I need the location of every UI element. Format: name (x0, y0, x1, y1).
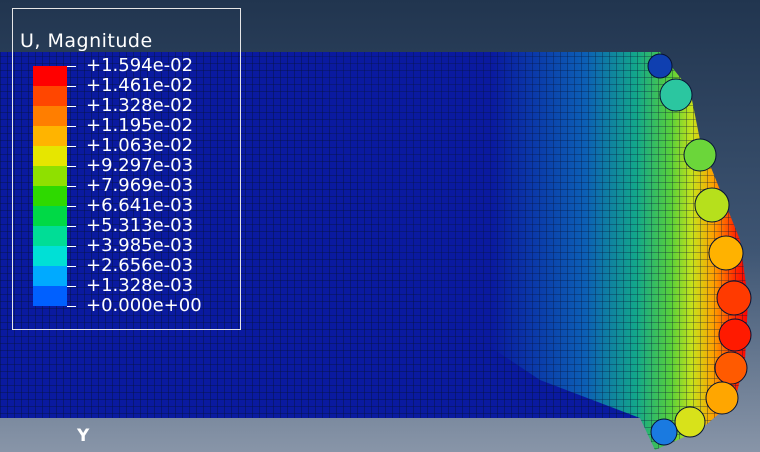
legend-swatch (33, 106, 67, 126)
legend-tick (67, 126, 76, 127)
legend-swatch (33, 246, 67, 266)
legend-title: U, Magnitude (20, 30, 153, 52)
legend-swatch (33, 206, 67, 226)
legend-swatch (33, 186, 67, 206)
legend-value-label: +9.297e-03 (86, 155, 194, 176)
legend-value-label: +0.000e+00 (86, 295, 202, 316)
triad-y-axis-label: Y (77, 426, 90, 446)
legend-value-label: +6.641e-03 (86, 195, 194, 216)
legend-value-label: +1.594e-02 (86, 55, 194, 76)
legend-swatch (33, 66, 67, 86)
legend-value-label: +1.328e-02 (86, 95, 194, 116)
legend-tick (67, 106, 76, 107)
legend-tick (67, 246, 76, 247)
legend-value-label: +2.656e-03 (86, 255, 194, 276)
legend-tick (67, 306, 76, 307)
viewport[interactable]: U, Magnitude +1.594e-02 +1.461e-02 +1.328e… (0, 0, 760, 452)
legend-value-label: +1.328e-03 (86, 275, 194, 296)
legend-swatch (33, 266, 67, 286)
legend-color-bar (33, 66, 67, 306)
legend-value-label: +3.985e-03 (86, 235, 194, 256)
legend-tick (67, 286, 76, 287)
legend-swatch (33, 86, 67, 106)
legend-value-label: +1.461e-02 (86, 75, 194, 96)
legend-tick (67, 166, 76, 167)
legend-swatch (33, 146, 67, 166)
legend-value-label: +1.195e-02 (86, 115, 194, 136)
legend-tick (67, 266, 76, 267)
legend-value-label: +1.063e-02 (86, 135, 194, 156)
legend-tick (67, 86, 76, 87)
legend-tick (67, 206, 76, 207)
legend-swatch (33, 226, 67, 246)
legend-tick (67, 226, 76, 227)
legend-tick (67, 186, 76, 187)
legend-value-label: +7.969e-03 (86, 175, 194, 196)
legend-swatch (33, 166, 67, 186)
legend-tick (67, 66, 76, 67)
legend-swatch (33, 286, 67, 306)
legend-value-label: +5.313e-03 (86, 215, 194, 236)
legend-swatch (33, 126, 67, 146)
legend-tick (67, 146, 76, 147)
